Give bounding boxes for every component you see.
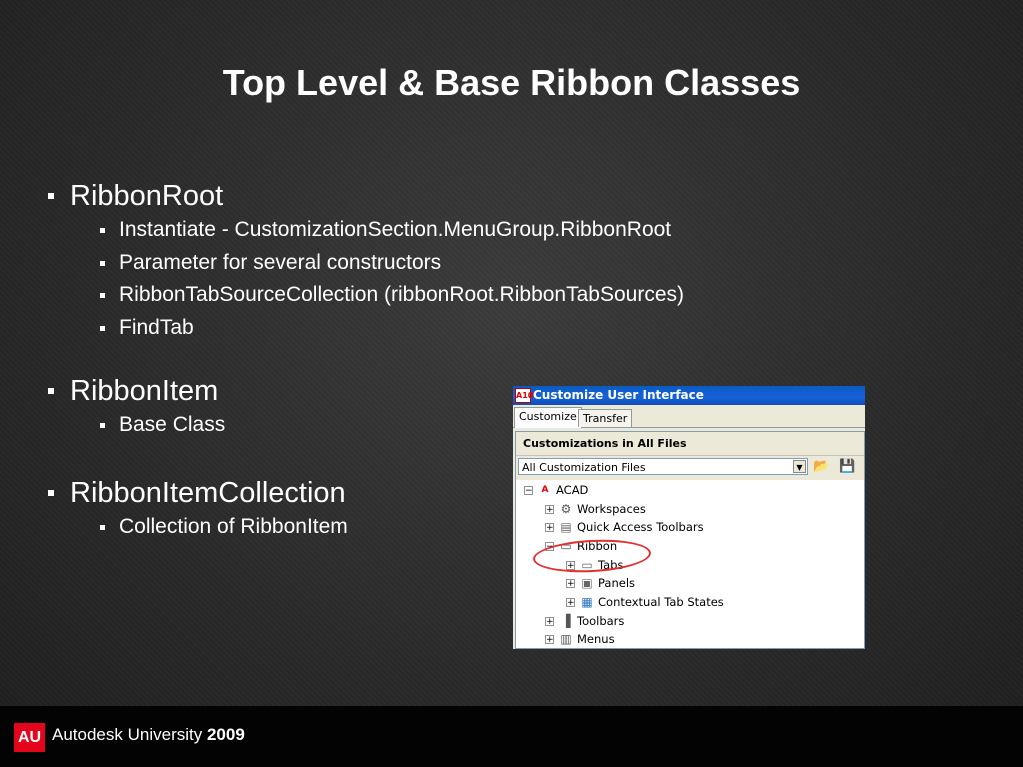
dropdown-arrow-icon[interactable]: ▼ <box>793 460 806 473</box>
expand-icon[interactable]: + <box>545 504 554 514</box>
expand-icon[interactable]: + <box>545 616 554 626</box>
tree-item-toolbars[interactable]: + ▐ Toolbars <box>545 612 624 630</box>
tree-label: Panels <box>598 576 636 590</box>
collapse-icon[interactable]: − <box>524 485 533 495</box>
tree-item-panels[interactable]: + ▣ Panels <box>566 574 635 592</box>
bullet-ribbonroot: RibbonRoot <box>48 178 808 214</box>
brand-year: 2009 <box>206 725 245 744</box>
combo-row: All Customization Files ▼ 📂 💾 <box>516 456 864 480</box>
menus-icon: ▥ <box>560 632 572 646</box>
expand-icon[interactable]: + <box>566 578 575 588</box>
cui-window-screenshot: A10 Customize User Interface Customize T… <box>513 386 865 649</box>
tree-label: Contextual Tab States <box>598 595 724 609</box>
tree-label: Quick Access Toolbars <box>577 520 704 534</box>
save-icon[interactable]: 💾 <box>839 459 856 475</box>
tree-item-workspaces[interactable]: + ⚙ Workspaces <box>545 500 646 518</box>
toolbar-icon: ▤ <box>560 520 572 534</box>
tab-transfer[interactable]: Transfer <box>578 409 633 427</box>
toolbars-icon: ▐ <box>561 614 571 628</box>
footer-bar: AU Autodesk University 2009 <box>0 706 1023 767</box>
tree-label: Menus <box>577 632 615 646</box>
brand-name: Autodesk University <box>52 725 203 744</box>
expand-icon[interactable]: + <box>545 522 554 532</box>
customization-files-select[interactable]: All Customization Files ▼ <box>518 458 808 475</box>
tree-item-menus[interactable]: + ▥ Menus <box>545 630 615 648</box>
cui-window-title: Customize User Interface <box>533 388 704 402</box>
panel-header: Customizations in All Files <box>516 432 864 456</box>
expand-icon[interactable]: + <box>545 634 554 644</box>
tree-label: Workspaces <box>577 502 646 516</box>
au-logo: AU <box>14 723 45 752</box>
combo-value: All Customization Files <box>522 461 646 474</box>
panels-icon: ▣ <box>581 576 593 590</box>
sub-bullet: Parameter for several constructors <box>48 247 808 280</box>
tab-customize[interactable]: Customize <box>514 407 582 428</box>
open-folder-icon[interactable]: 📂 <box>813 459 830 475</box>
sub-bullet: Instantiate - CustomizationSection.MenuG… <box>48 214 808 247</box>
tree-item-acad[interactable]: − A ACAD <box>524 481 588 499</box>
tree-label: ACAD <box>556 483 589 497</box>
slide-title: Top Level & Base Ribbon Classes <box>222 62 801 103</box>
customizations-panel: Customizations in All Files All Customiz… <box>515 431 865 649</box>
cui-tab-strip: Customize Transfer <box>513 405 865 428</box>
acad-app-icon: A <box>541 485 549 495</box>
footer-brand: Autodesk University 2009 <box>52 725 245 745</box>
autocad-app-icon: A10 <box>515 388 533 403</box>
contextual-tab-icon: ▦ <box>581 595 593 609</box>
gear-icon: ⚙ <box>560 502 572 516</box>
sub-bullet: RibbonTabSourceCollection (ribbonRoot.Ri… <box>48 279 808 312</box>
expand-icon[interactable]: + <box>566 597 575 607</box>
tree-label: Toolbars <box>577 614 625 628</box>
cui-titlebar: A10 Customize User Interface <box>513 386 865 405</box>
sub-bullet: FindTab <box>48 312 808 345</box>
tree-item-quick-access-toolbars[interactable]: + ▤ Quick Access Toolbars <box>545 518 704 536</box>
tree-item-contextual-tab-states[interactable]: + ▦ Contextual Tab States <box>566 593 724 611</box>
